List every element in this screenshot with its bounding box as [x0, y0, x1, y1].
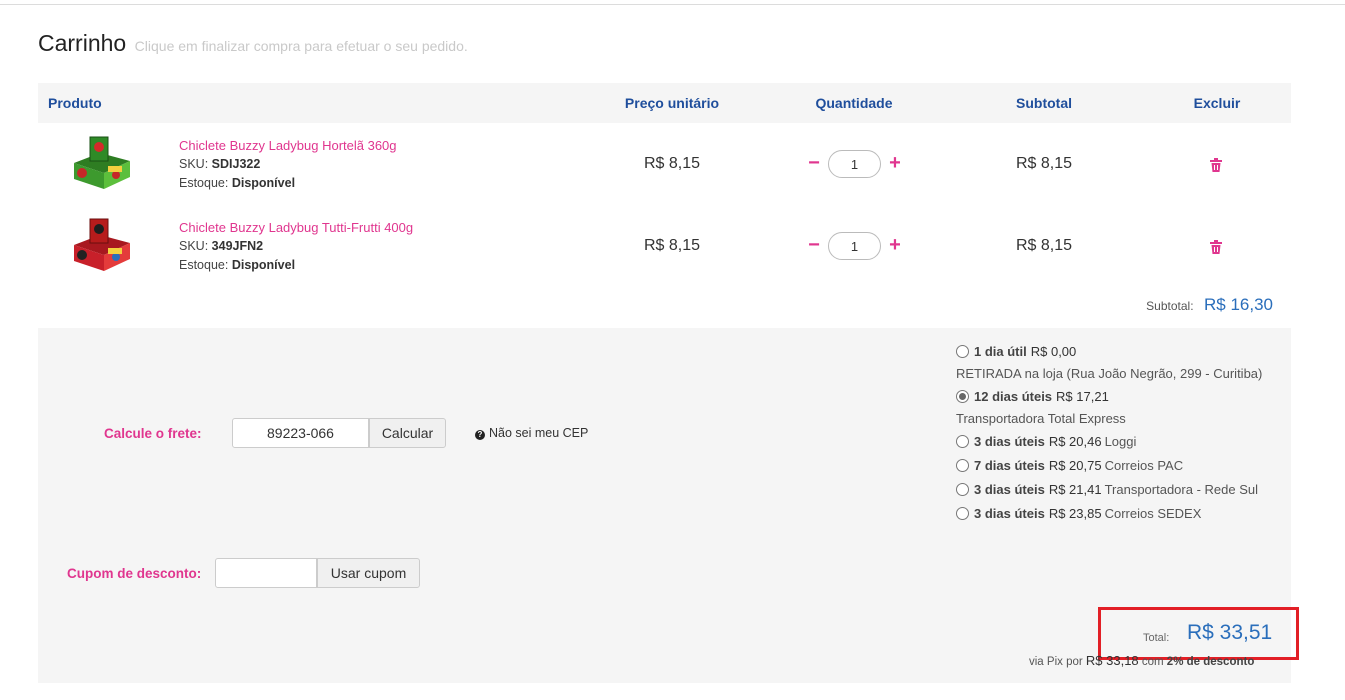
radio-button[interactable]: [956, 459, 969, 472]
subtotal-label: Subtotal:: [1146, 299, 1194, 313]
shipping-option[interactable]: 1 dia útil R$ 0,00: [956, 344, 1286, 366]
shipping-price: R$ 21,41: [1048, 482, 1102, 497]
product-info: Chiclete Buzzy Ladybug Tutti-Frutti 400g…: [179, 218, 413, 275]
page-header: Carrinho Clique em finalizar compra para…: [38, 30, 468, 57]
shipping-option[interactable]: 3 dias úteis R$ 23,85 Correios SEDEX: [956, 506, 1286, 530]
pix-discount-note: via Pix por R$ 33,18 com 2% de desconto: [1029, 653, 1254, 668]
shipping-price: R$ 20,75: [1048, 458, 1102, 473]
column-header-subtotal: Subtotal: [1016, 95, 1072, 111]
shipping-price: R$ 0,00: [1030, 344, 1077, 359]
stock-value: Disponível: [231, 176, 296, 190]
cep-input[interactable]: [232, 418, 369, 448]
shipping-days: 12 dias úteis: [974, 389, 1053, 404]
shipping-options: 1 dia útil R$ 0,00 RETIRADA na loja (Rua …: [956, 344, 1286, 530]
radio-button[interactable]: [956, 507, 969, 520]
shipping-days: 1 dia útil: [974, 344, 1027, 359]
quantity-increase-button[interactable]: +: [887, 232, 903, 260]
quantity-stepper: − +: [806, 150, 904, 178]
column-header-excluir: Excluir: [1193, 95, 1241, 111]
radio-button[interactable]: [956, 435, 969, 448]
product-sku: SKU: 349JFN2: [179, 237, 413, 256]
shipping-days: 3 dias úteis: [974, 482, 1045, 497]
pix-prefix: via Pix por: [1029, 656, 1083, 668]
product-name-link[interactable]: Chiclete Buzzy Ladybug Tutti-Frutti 400g: [179, 218, 413, 237]
shipping-days: 3 dias úteis: [974, 434, 1045, 449]
item-subtotal: R$ 8,15: [1015, 155, 1073, 172]
product-sku: SKU: SDIJ322: [179, 155, 397, 174]
sku-label: SKU:: [179, 157, 209, 171]
sku-value: 349JFN2: [211, 239, 264, 253]
unknown-cep-text: Não sei meu CEP: [489, 426, 589, 440]
sku-value: SDIJ322: [211, 157, 261, 171]
shipping-carrier: Correios SEDEX: [1104, 506, 1202, 521]
shipping-carrier: Loggi: [1104, 434, 1137, 449]
page-subtitle: Clique em finalizar compra para efetuar …: [134, 38, 468, 54]
cart-table: Produto Preço unitário Quantidade Subtot…: [38, 83, 1291, 287]
cart-subtotal: Subtotal: R$ 16,30: [38, 295, 1273, 315]
top-divider: [0, 4, 1345, 5]
stock-value: Disponível: [231, 258, 296, 272]
quantity-input[interactable]: [828, 232, 881, 260]
unit-price: R$ 8,15: [643, 237, 701, 254]
sku-label: SKU:: [179, 239, 209, 253]
shipping-description: Transportadora Total Express: [956, 411, 1126, 426]
shipping-option[interactable]: 3 dias úteis R$ 21,41 Transportadora - Red…: [956, 482, 1286, 506]
quantity-input[interactable]: [828, 150, 881, 178]
shipping-price: R$ 17,21: [1056, 389, 1109, 404]
subtotal-value: R$ 16,30: [1204, 295, 1273, 314]
column-header-produto: Produto: [48, 95, 102, 111]
product-stock: Estoque: Disponível: [179, 174, 397, 193]
quantity-stepper: − +: [806, 232, 904, 260]
pix-with: com: [1141, 656, 1164, 668]
question-icon: ?: [475, 430, 485, 440]
product-stock: Estoque: Disponível: [179, 256, 413, 275]
apply-coupon-button[interactable]: Usar cupom: [317, 558, 420, 588]
column-header-quantidade: Quantidade: [815, 95, 893, 111]
table-header: Produto Preço unitário Quantidade Subtot…: [38, 83, 1291, 123]
shipping-option[interactable]: 12 dias úteis R$ 17,21: [956, 389, 1286, 411]
product-info: Chiclete Buzzy Ladybug Hortelã 360g SKU:…: [179, 136, 397, 193]
shipping-days: 7 dias úteis: [974, 458, 1045, 473]
shipping-calc-label: Calcule o frete:: [104, 426, 202, 441]
shipping-days: 3 dias úteis: [974, 506, 1045, 521]
coupon-label: Cupom de desconto:: [67, 566, 202, 581]
calculate-shipping-button[interactable]: Calcular: [369, 418, 446, 448]
quantity-decrease-button[interactable]: −: [806, 232, 822, 260]
shipping-price: R$ 23,85: [1048, 506, 1102, 521]
column-header-preco: Preço unitário: [624, 95, 720, 111]
stock-label: Estoque:: [179, 258, 229, 272]
product-name-link[interactable]: Chiclete Buzzy Ladybug Hortelã 360g: [179, 136, 397, 155]
pix-discount: 2% de desconto: [1166, 656, 1255, 668]
stock-label: Estoque:: [179, 176, 229, 190]
unknown-cep-link[interactable]: ? Não sei meu CEP: [475, 426, 588, 440]
shipping-description: RETIRADA na loja (Rua João Negrão, 299 -…: [956, 366, 1263, 381]
shipping-option[interactable]: 7 dias úteis R$ 20,75 Correios PAC: [956, 458, 1286, 482]
page-title: Carrinho: [38, 30, 127, 56]
radio-button[interactable]: [956, 345, 969, 358]
pix-value: R$ 33,18: [1085, 653, 1139, 668]
radio-button-selected[interactable]: [956, 390, 969, 403]
trash-icon[interactable]: [1210, 240, 1222, 254]
unit-price: R$ 8,15: [643, 155, 701, 172]
item-subtotal: R$ 8,15: [1015, 237, 1073, 254]
product-image[interactable]: [70, 133, 134, 193]
total-value: R$ 33,51: [1187, 621, 1273, 644]
shipping-carrier: Correios PAC: [1104, 458, 1184, 473]
total-label: Total:: [1143, 632, 1170, 644]
quantity-increase-button[interactable]: +: [887, 150, 903, 178]
table-row: Chiclete Buzzy Ladybug Tutti-Frutti 400g…: [38, 205, 1291, 287]
coupon-input[interactable]: [215, 558, 317, 588]
shipping-price: R$ 20,46: [1048, 434, 1102, 449]
radio-button[interactable]: [956, 483, 969, 496]
product-image[interactable]: [70, 215, 134, 275]
shipping-carrier: Transportadora - Rede Sul: [1104, 482, 1259, 497]
shipping-option[interactable]: 3 dias úteis R$ 20,46 Loggi: [956, 434, 1286, 458]
quantity-decrease-button[interactable]: −: [806, 150, 822, 178]
trash-icon[interactable]: [1210, 158, 1222, 172]
table-row: Chiclete Buzzy Ladybug Hortelã 360g SKU:…: [38, 123, 1291, 205]
